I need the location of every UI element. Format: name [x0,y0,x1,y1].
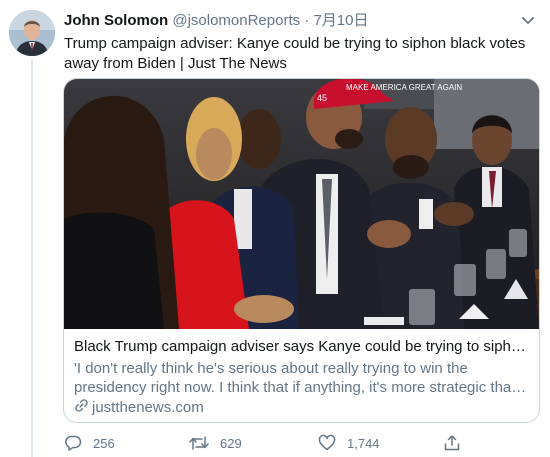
reply-count: 256 [93,435,115,451]
action-bar: 256 629 1,744 [64,433,504,453]
author-handle[interactable]: @jsolomonReports [172,12,300,29]
avatar[interactable] [9,10,55,56]
share-button[interactable] [443,433,461,453]
tweet-header: John Solomon @jsolomonReports · 7月10日 [64,11,530,31]
author-name[interactable]: John Solomon [64,12,168,29]
tweet-text: Trump campaign adviser: Kanye could be t… [64,35,526,72]
card-title: Black Trump campaign adviser says Kanye … [74,338,534,355]
tweet-date[interactable]: 7月10日 [313,12,368,29]
retweet-button[interactable]: 629 [189,433,242,453]
like-count: 1,744 [347,435,380,451]
card-image: MAKE AMERICA GREAT AGAIN 45 [64,79,539,329]
heart-icon [318,434,336,452]
card-domain-text: justthenews.com [92,399,204,416]
retweet-count: 629 [220,435,242,451]
hat-slogan: MAKE AMERICA GREAT AGAIN [346,83,462,92]
hat-number: 45 [317,93,327,103]
link-icon [74,398,89,418]
share-icon [443,434,461,452]
meta-separator: · [304,12,310,29]
thread-line [31,60,33,457]
speech-bubble-icon [64,434,82,452]
link-card[interactable]: MAKE AMERICA GREAT AGAIN 45 Black Trump … [63,78,540,423]
card-description: 'I don't really think he's serious about… [74,360,520,396]
avatar-photo [9,10,55,56]
reply-button[interactable]: 256 [64,433,115,453]
like-button[interactable]: 1,744 [318,433,380,453]
chevron-down-icon[interactable] [520,14,536,26]
retweet-icon [189,434,209,452]
card-domain[interactable]: justthenews.com [74,399,204,417]
